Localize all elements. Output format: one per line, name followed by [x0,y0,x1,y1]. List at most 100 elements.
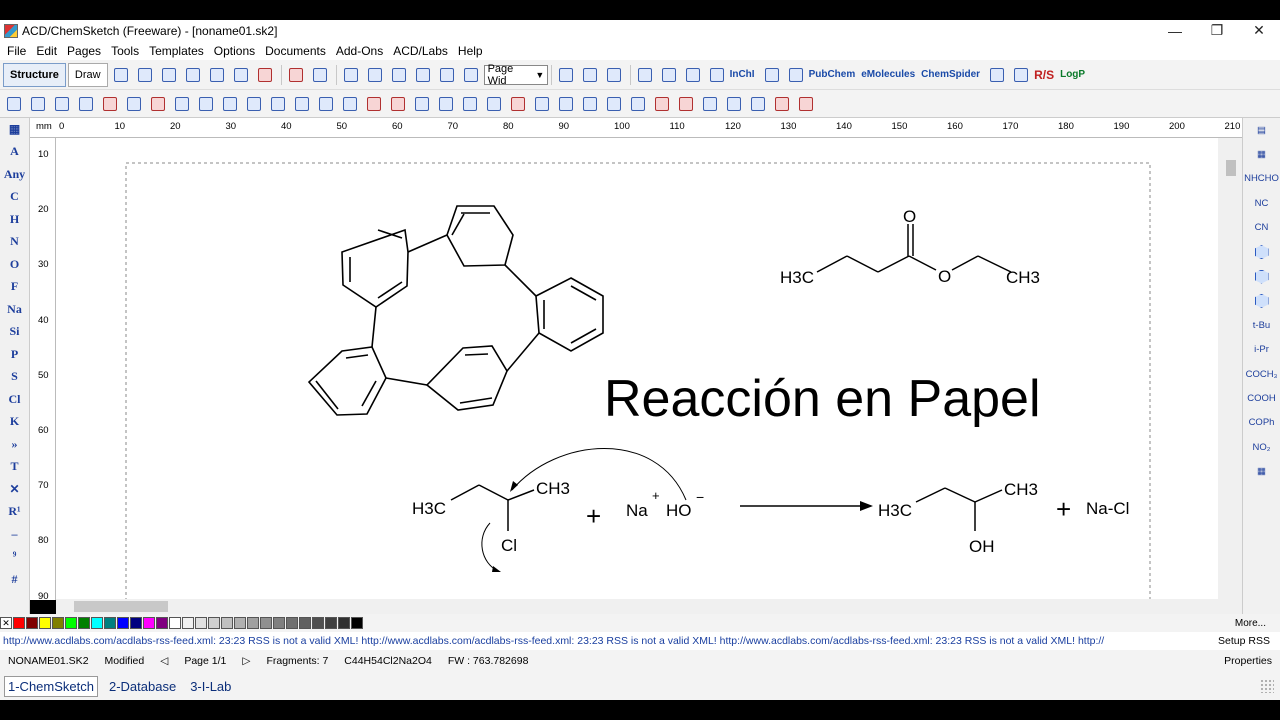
periodic-table-icon[interactable]: ▦ [0,118,29,141]
tert-butyl-button[interactable]: t-Bu [1243,313,1280,337]
vertical-scroll-thumb[interactable] [1226,160,1236,176]
flip-vertical-icon[interactable] [531,92,553,116]
prev-page-icon[interactable]: ◁ [152,655,176,667]
menu-documents[interactable]: Documents [260,44,331,58]
properties-button[interactable]: Properties [1216,655,1280,667]
structure-mode-button[interactable]: Structure [3,62,66,87]
color-swatch[interactable] [143,617,155,629]
acetyl-button[interactable]: COCH₃ [1243,362,1280,386]
radicals-table-icon[interactable]: ▦ [1243,459,1280,483]
swap-icon[interactable] [699,92,721,116]
inchi-link[interactable]: InChI [730,69,755,80]
no-color-icon[interactable]: ✕ [0,617,12,629]
setup-rss-button[interactable]: Setup RSS [1208,635,1280,647]
redo-icon[interactable] [309,63,331,87]
carboxyl-button[interactable]: COOH [1243,386,1280,410]
3d-viewer-icon[interactable] [603,63,625,87]
rs-link[interactable]: R/S [1034,68,1054,82]
close-button[interactable]: ✕ [1238,22,1280,39]
paste-icon[interactable] [412,63,434,87]
menu-file[interactable]: File [2,44,31,58]
color-swatch[interactable] [325,617,337,629]
cut-icon[interactable] [364,63,386,87]
table-of-radicals-icon[interactable]: ▦ [1243,142,1280,166]
benzoyl-button[interactable]: COPh [1243,411,1280,435]
color-swatch[interactable] [182,617,194,629]
cyclohexane-ring-icon[interactable] [1243,264,1280,288]
color-swatch[interactable] [338,617,350,629]
horizontal-scroll-thumb[interactable] [74,601,168,612]
emolecules-link[interactable]: eMolecules [861,69,915,80]
atom-map-icon[interactable] [411,92,433,116]
tab-i-lab[interactable]: 3-I-Lab [187,677,234,696]
color-swatch[interactable] [286,617,298,629]
color-swatch[interactable] [117,617,129,629]
insert-object-icon[interactable] [555,63,577,87]
grid-icon[interactable] [658,63,680,87]
arrow-tool-icon[interactable] [243,92,265,116]
clean-structure-icon[interactable] [195,92,217,116]
minus-icon[interactable]: – [0,523,29,546]
reaction-convert-icon[interactable] [459,92,481,116]
logp-link[interactable]: LogP [1060,69,1085,80]
explode-icon[interactable] [747,92,769,116]
print-icon[interactable] [230,63,252,87]
explicit-h-icon[interactable]: ✕ [0,478,29,501]
rss-text[interactable]: http://www.acdlabs.com/acdlabs-rss-feed.… [0,635,1208,647]
new-page-icon[interactable] [110,63,132,87]
element-si-button[interactable]: Si [0,321,29,344]
select-icon[interactable] [3,92,25,116]
isotope-icon[interactable]: ⁹ [0,546,29,569]
restore-button[interactable]: ❐ [1196,22,1238,39]
color-swatch[interactable] [221,617,233,629]
resize-grip-icon[interactable] [1260,679,1274,693]
delete-page-icon[interactable] [158,63,180,87]
pubchem-link[interactable]: PubChem [809,69,856,80]
fragments-icon[interactable] [1010,63,1032,87]
element-na-button[interactable]: Na [0,298,29,321]
move-icon[interactable] [579,92,601,116]
vertical-scrollbar[interactable] [1218,138,1242,599]
color-swatch[interactable] [91,617,103,629]
element-h-button[interactable]: H [0,208,29,231]
bond-down-icon[interactable] [123,92,145,116]
benzene-ring-icon[interactable] [1243,240,1280,264]
r-group-button[interactable]: R¹ [0,501,29,524]
center-icon[interactable] [627,92,649,116]
document-icon[interactable] [771,92,793,116]
element-k-button[interactable]: K [0,411,29,434]
color-swatch[interactable] [13,617,25,629]
tautomer-icon[interactable] [986,63,1008,87]
minimize-button[interactable]: — [1154,23,1196,39]
element-c-button[interactable]: C [0,186,29,209]
export-pdf-icon[interactable] [254,63,276,87]
menu-acd-labs[interactable]: ACD/Labs [388,44,453,58]
lasso-icon[interactable] [75,92,97,116]
color-swatch[interactable] [351,617,363,629]
clean-icon[interactable] [340,63,362,87]
nitro-button[interactable]: NO₂ [1243,435,1280,459]
menu-edit[interactable]: Edit [31,44,62,58]
cn-button[interactable]: CN [1243,216,1280,240]
text-label-icon[interactable] [339,92,361,116]
charge-plus-icon[interactable] [363,92,385,116]
refresh-icon[interactable] [675,92,697,116]
nhcho-button[interactable]: NHCHO [1243,167,1280,191]
insert-image-icon[interactable] [579,63,601,87]
color-swatch[interactable] [65,617,77,629]
copy-icon[interactable] [388,63,410,87]
color-swatch[interactable] [78,617,90,629]
open-file-icon[interactable] [182,63,204,87]
ring-icon[interactable] [291,92,313,116]
smiles-icon[interactable] [761,63,783,87]
name-icon[interactable] [706,63,728,87]
color-swatch[interactable] [52,617,64,629]
chain-icon[interactable] [147,92,169,116]
menu-templates[interactable]: Templates [144,44,209,58]
color-swatch[interactable] [26,617,38,629]
color-swatch[interactable] [312,617,324,629]
molecules-icon[interactable] [785,63,807,87]
color-swatch[interactable] [130,617,142,629]
isopropyl-button[interactable]: i-Pr [1243,338,1280,362]
reaction-table-icon[interactable] [435,92,457,116]
